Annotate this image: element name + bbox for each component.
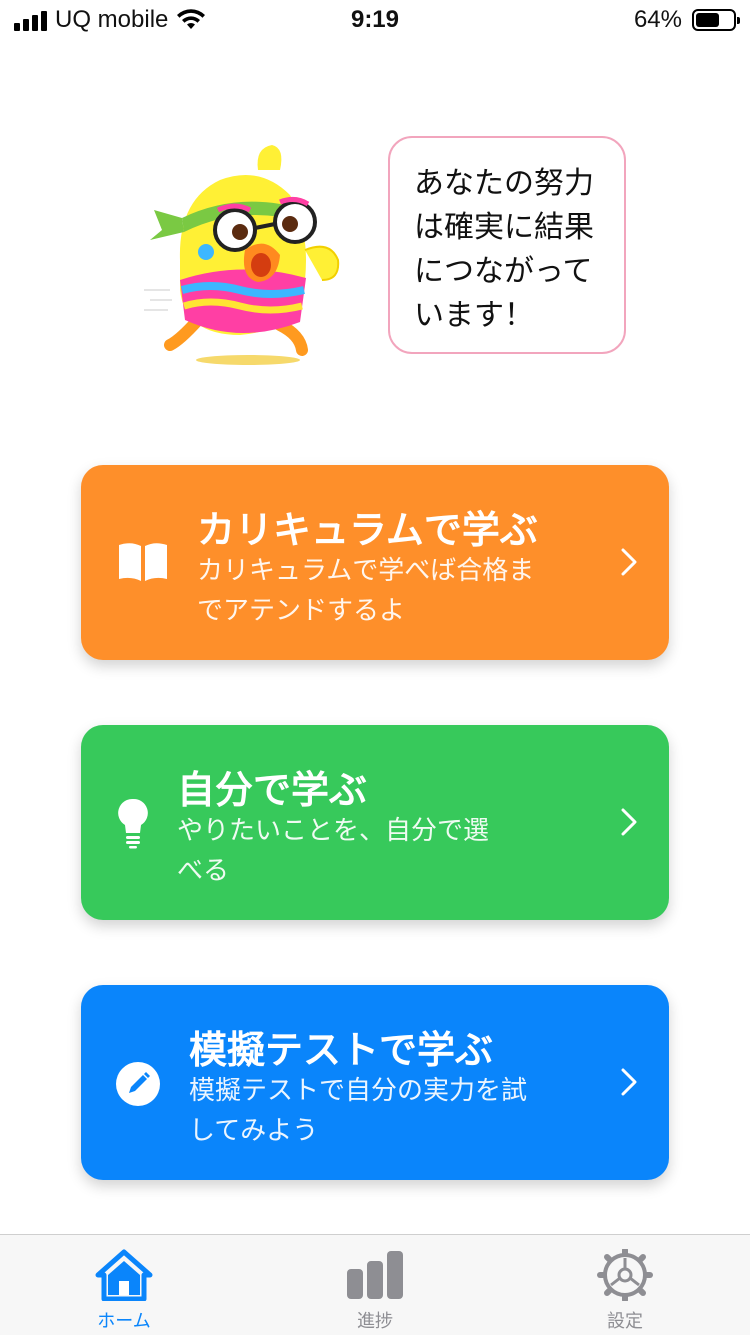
curriculum-card-title: カリキュラムで学ぶ	[197, 508, 538, 552]
tab-home[interactable]: ホーム	[34, 1235, 214, 1335]
mock-test-card-button[interactable]: 模擬テストで学ぶ 模擬テストで自分の実力を試してみよう	[81, 985, 669, 1180]
tab-settings-label: 設定	[607, 1311, 643, 1332]
lightbulb-icon	[118, 798, 148, 849]
tab-home-label: ホーム	[97, 1311, 151, 1332]
running-bird-mascot-icon	[144, 145, 340, 365]
tab-progress[interactable]: 進捗	[285, 1235, 465, 1335]
chevron-right-icon	[621, 548, 637, 576]
chevron-right-icon	[621, 1068, 637, 1096]
mock-test-card-title: 模擬テストで学ぶ	[189, 1028, 494, 1072]
speech-bubble: あなたの努力は確実に結果につながっています！	[388, 136, 626, 354]
curriculum-card-description: カリキュラムで学べば合格までアテンドするよ	[197, 556, 535, 626]
curriculum-card-button[interactable]: カリキュラムで学ぶ カリキュラムで学べば合格までアテンドするよ	[81, 465, 669, 660]
tab-bar: ホーム 進捗 設定	[0, 1234, 750, 1335]
mock-test-card-description: 模擬テストで自分の実力を試してみよう	[189, 1076, 528, 1146]
battery-percentage: 64%	[633, 6, 682, 33]
gear-icon	[597, 1249, 653, 1301]
tab-progress-label: 進捗	[357, 1311, 393, 1332]
chevron-right-icon	[621, 808, 637, 836]
self-study-card-title: 自分で学ぶ	[177, 768, 368, 812]
self-study-card-description: やりたいことを、自分で選べる	[177, 816, 490, 886]
status-right: 64%	[633, 6, 740, 34]
battery-level-fill	[696, 13, 719, 27]
self-study-card-button[interactable]: 自分で学ぶ やりたいことを、自分で選べる	[81, 725, 669, 920]
book-icon	[119, 543, 167, 581]
tab-settings[interactable]: 設定	[535, 1235, 715, 1335]
pencil-icon	[116, 1062, 160, 1106]
battery-icon	[692, 9, 740, 31]
status-bar: UQ mobile 9:19 64%	[0, 0, 750, 40]
bar-chart-icon	[347, 1251, 403, 1299]
home-icon	[95, 1249, 153, 1301]
